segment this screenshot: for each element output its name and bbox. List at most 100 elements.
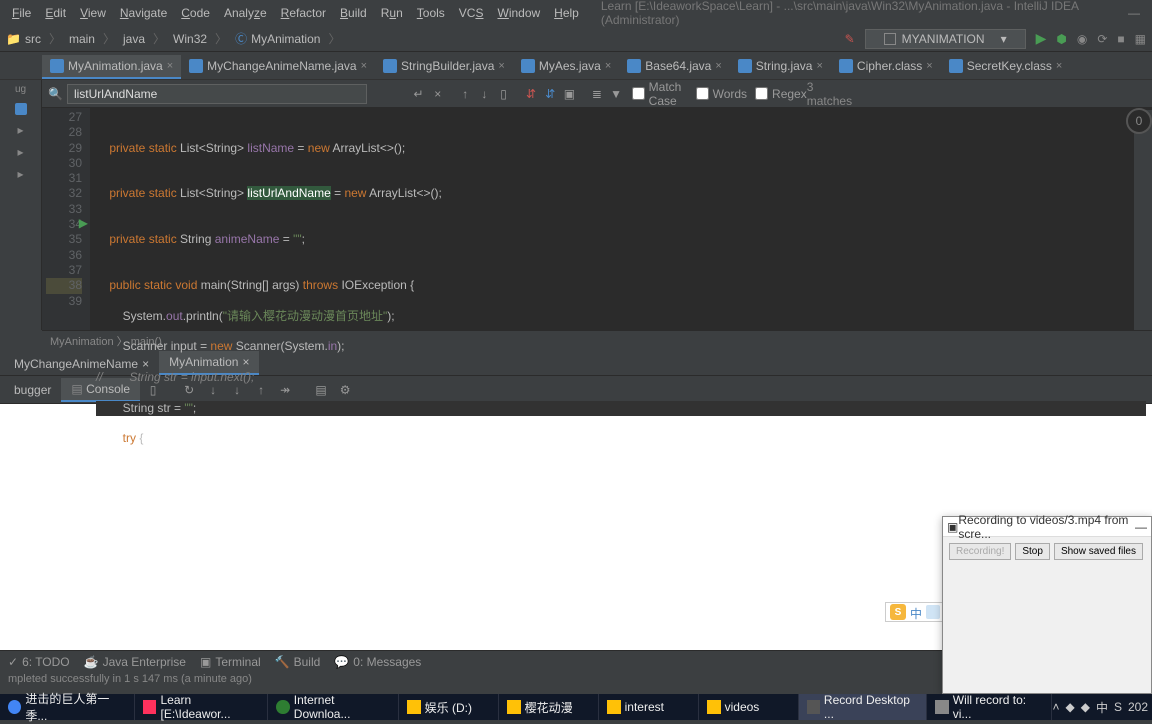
- tray-icon[interactable]: 中: [1096, 699, 1108, 716]
- newline-icon[interactable]: ↵: [411, 83, 426, 105]
- recording-window[interactable]: ▣ Recording to videos/3.mp4 from scre...…: [942, 516, 1152, 694]
- find-input[interactable]: listUrlAndName: [67, 84, 367, 104]
- tab-secretkey[interactable]: SecretKey.class×: [941, 55, 1071, 79]
- java-icon: [521, 59, 535, 73]
- select-all-icon[interactable]: ▯: [496, 83, 511, 105]
- minimize-icon[interactable]: —: [1135, 520, 1147, 534]
- recorder-icon: [807, 700, 820, 714]
- bc-main[interactable]: main: [69, 32, 95, 46]
- close-find-icon[interactable]: ×: [430, 83, 445, 105]
- close-icon[interactable]: ×: [361, 60, 367, 72]
- bc-java[interactable]: java: [123, 32, 145, 46]
- show-files-button[interactable]: Show saved files: [1054, 543, 1143, 560]
- taskbar-explorer2[interactable]: 樱花动漫: [499, 694, 599, 720]
- bc-class[interactable]: MyAnimation: [251, 32, 320, 46]
- tab-string[interactable]: String.java×: [730, 55, 831, 79]
- menu-tools[interactable]: Tools: [411, 4, 451, 22]
- taskbar-recorder2[interactable]: Will record to: vi...: [927, 694, 1052, 720]
- messages-tool[interactable]: 💬 0: Messages: [334, 655, 421, 669]
- matchcase-checkbox[interactable]: Match Case: [632, 80, 688, 108]
- remove-selection-icon[interactable]: ⇵: [543, 83, 558, 105]
- tray-icon[interactable]: ◆: [1065, 700, 1074, 714]
- tab-myanimation[interactable]: MyAnimation.java×: [42, 55, 181, 79]
- regex-checkbox[interactable]: Regex: [755, 87, 807, 101]
- tab-cipher[interactable]: Cipher.class×: [831, 55, 941, 79]
- left-gutter-strip: ug ▸ ▸ ▸: [0, 80, 42, 330]
- close-icon[interactable]: ×: [1056, 60, 1062, 72]
- tab-myaes[interactable]: MyAes.java×: [513, 55, 619, 79]
- menu-run[interactable]: Run: [375, 4, 409, 22]
- taskbar-chrome[interactable]: 进击的巨人第一季...: [0, 694, 135, 720]
- tab-stringbuilder[interactable]: StringBuilder.java×: [375, 55, 513, 79]
- tab-base64[interactable]: Base64.java×: [619, 55, 729, 79]
- java-icon: [839, 59, 853, 73]
- menu-window[interactable]: Window: [491, 4, 546, 22]
- recording-button[interactable]: Recording!: [949, 543, 1011, 560]
- terminal-tool[interactable]: ▣ Terminal: [200, 655, 261, 669]
- bc-src[interactable]: src: [25, 32, 41, 46]
- run-button[interactable]: ▶: [1036, 30, 1047, 47]
- debugger-tab[interactable]: bugger: [4, 379, 61, 401]
- taskbar-explorer4[interactable]: videos: [699, 694, 799, 720]
- next-match-icon[interactable]: ↓: [477, 83, 492, 105]
- select-occurrences-icon[interactable]: ▣: [562, 83, 577, 105]
- taskbar-recorder[interactable]: Record Desktop ...: [799, 694, 928, 720]
- menu-navigate[interactable]: Navigate: [114, 4, 173, 22]
- stop-button[interactable]: Stop: [1015, 543, 1050, 560]
- close-icon[interactable]: ×: [926, 60, 932, 72]
- taskbar-explorer3[interactable]: interest: [599, 694, 699, 720]
- menu-analyze[interactable]: Analyze: [218, 4, 273, 22]
- menu-vcs[interactable]: VCS: [453, 4, 490, 22]
- profile-button[interactable]: ⟳: [1097, 32, 1107, 46]
- recording-titlebar[interactable]: ▣ Recording to videos/3.mp4 from scre...…: [943, 517, 1151, 537]
- taskbar-idm[interactable]: Internet Downloa...: [268, 694, 398, 720]
- ime-icon[interactable]: [926, 605, 940, 619]
- bc-pkg[interactable]: Win32: [173, 32, 207, 46]
- close-icon[interactable]: ×: [167, 60, 173, 72]
- jee-tool[interactable]: ☕ Java Enterprise: [84, 655, 186, 669]
- tab-mychangeanimename[interactable]: MyChangeAnimeName.java×: [181, 55, 375, 79]
- code-area[interactable]: private static List<String> listName = n…: [90, 108, 1152, 330]
- project-icon[interactable]: [15, 103, 27, 115]
- system-tray[interactable]: ˄ ◆ ◆ 中 S 202: [1052, 699, 1152, 716]
- run-gutter-icon[interactable]: ▶: [79, 216, 88, 231]
- app-icon: ▣: [947, 520, 958, 534]
- close-icon[interactable]: ×: [605, 60, 611, 72]
- minimize-button[interactable]: —: [1122, 4, 1146, 22]
- words-checkbox[interactable]: Words: [696, 87, 747, 101]
- coverage-button[interactable]: ◉: [1077, 32, 1087, 46]
- run-config-selector[interactable]: MYANIMATION ▾: [865, 29, 1026, 49]
- stop-button[interactable]: ■: [1117, 32, 1124, 46]
- todo-tool[interactable]: ✓ 6: TODO: [8, 655, 70, 669]
- close-icon[interactable]: ×: [715, 60, 721, 72]
- menu-view[interactable]: View: [74, 4, 112, 22]
- build-tool[interactable]: 🔨 Build: [275, 655, 321, 669]
- minimap[interactable]: [1134, 110, 1152, 330]
- close-icon[interactable]: ×: [816, 60, 822, 72]
- funnel-icon[interactable]: ▼: [608, 83, 623, 105]
- code-editor[interactable]: 27 28 29 30 31 32 33 34▶ 35 36 37 38 39 …: [42, 108, 1152, 330]
- add-selection-icon[interactable]: ⇵: [523, 83, 538, 105]
- menu-file[interactable]: FFileile: [6, 4, 37, 22]
- menu-help[interactable]: Help: [548, 4, 585, 22]
- tray-clock[interactable]: 202: [1128, 700, 1148, 714]
- sogou-icon[interactable]: S: [890, 604, 906, 620]
- close-icon[interactable]: ×: [498, 60, 504, 72]
- code-lens[interactable]: 0: [1126, 108, 1152, 134]
- menu-edit[interactable]: Edit: [39, 4, 72, 22]
- menu-code[interactable]: Code: [175, 4, 216, 22]
- tray-up-icon[interactable]: ˄: [1052, 700, 1059, 714]
- more-button[interactable]: ▦: [1135, 32, 1146, 46]
- menu-refactor[interactable]: Refactor: [275, 4, 332, 22]
- magic-wand-icon[interactable]: ✎: [845, 32, 855, 46]
- taskbar-explorer1[interactable]: 娱乐 (D:): [399, 694, 499, 720]
- tray-icon[interactable]: ◆: [1081, 700, 1090, 714]
- idm-icon: [276, 700, 289, 714]
- tray-icon[interactable]: S: [1114, 700, 1122, 714]
- line-gutter: 27 28 29 30 31 32 33 34▶ 35 36 37 38 39: [42, 108, 90, 330]
- prev-match-icon[interactable]: ↑: [458, 83, 473, 105]
- debug-button[interactable]: ⬢: [1056, 32, 1066, 46]
- filter-icon[interactable]: ≣: [589, 83, 604, 105]
- menu-build[interactable]: Build: [334, 4, 373, 22]
- taskbar-idea[interactable]: Learn [E:\Ideawor...: [135, 694, 268, 720]
